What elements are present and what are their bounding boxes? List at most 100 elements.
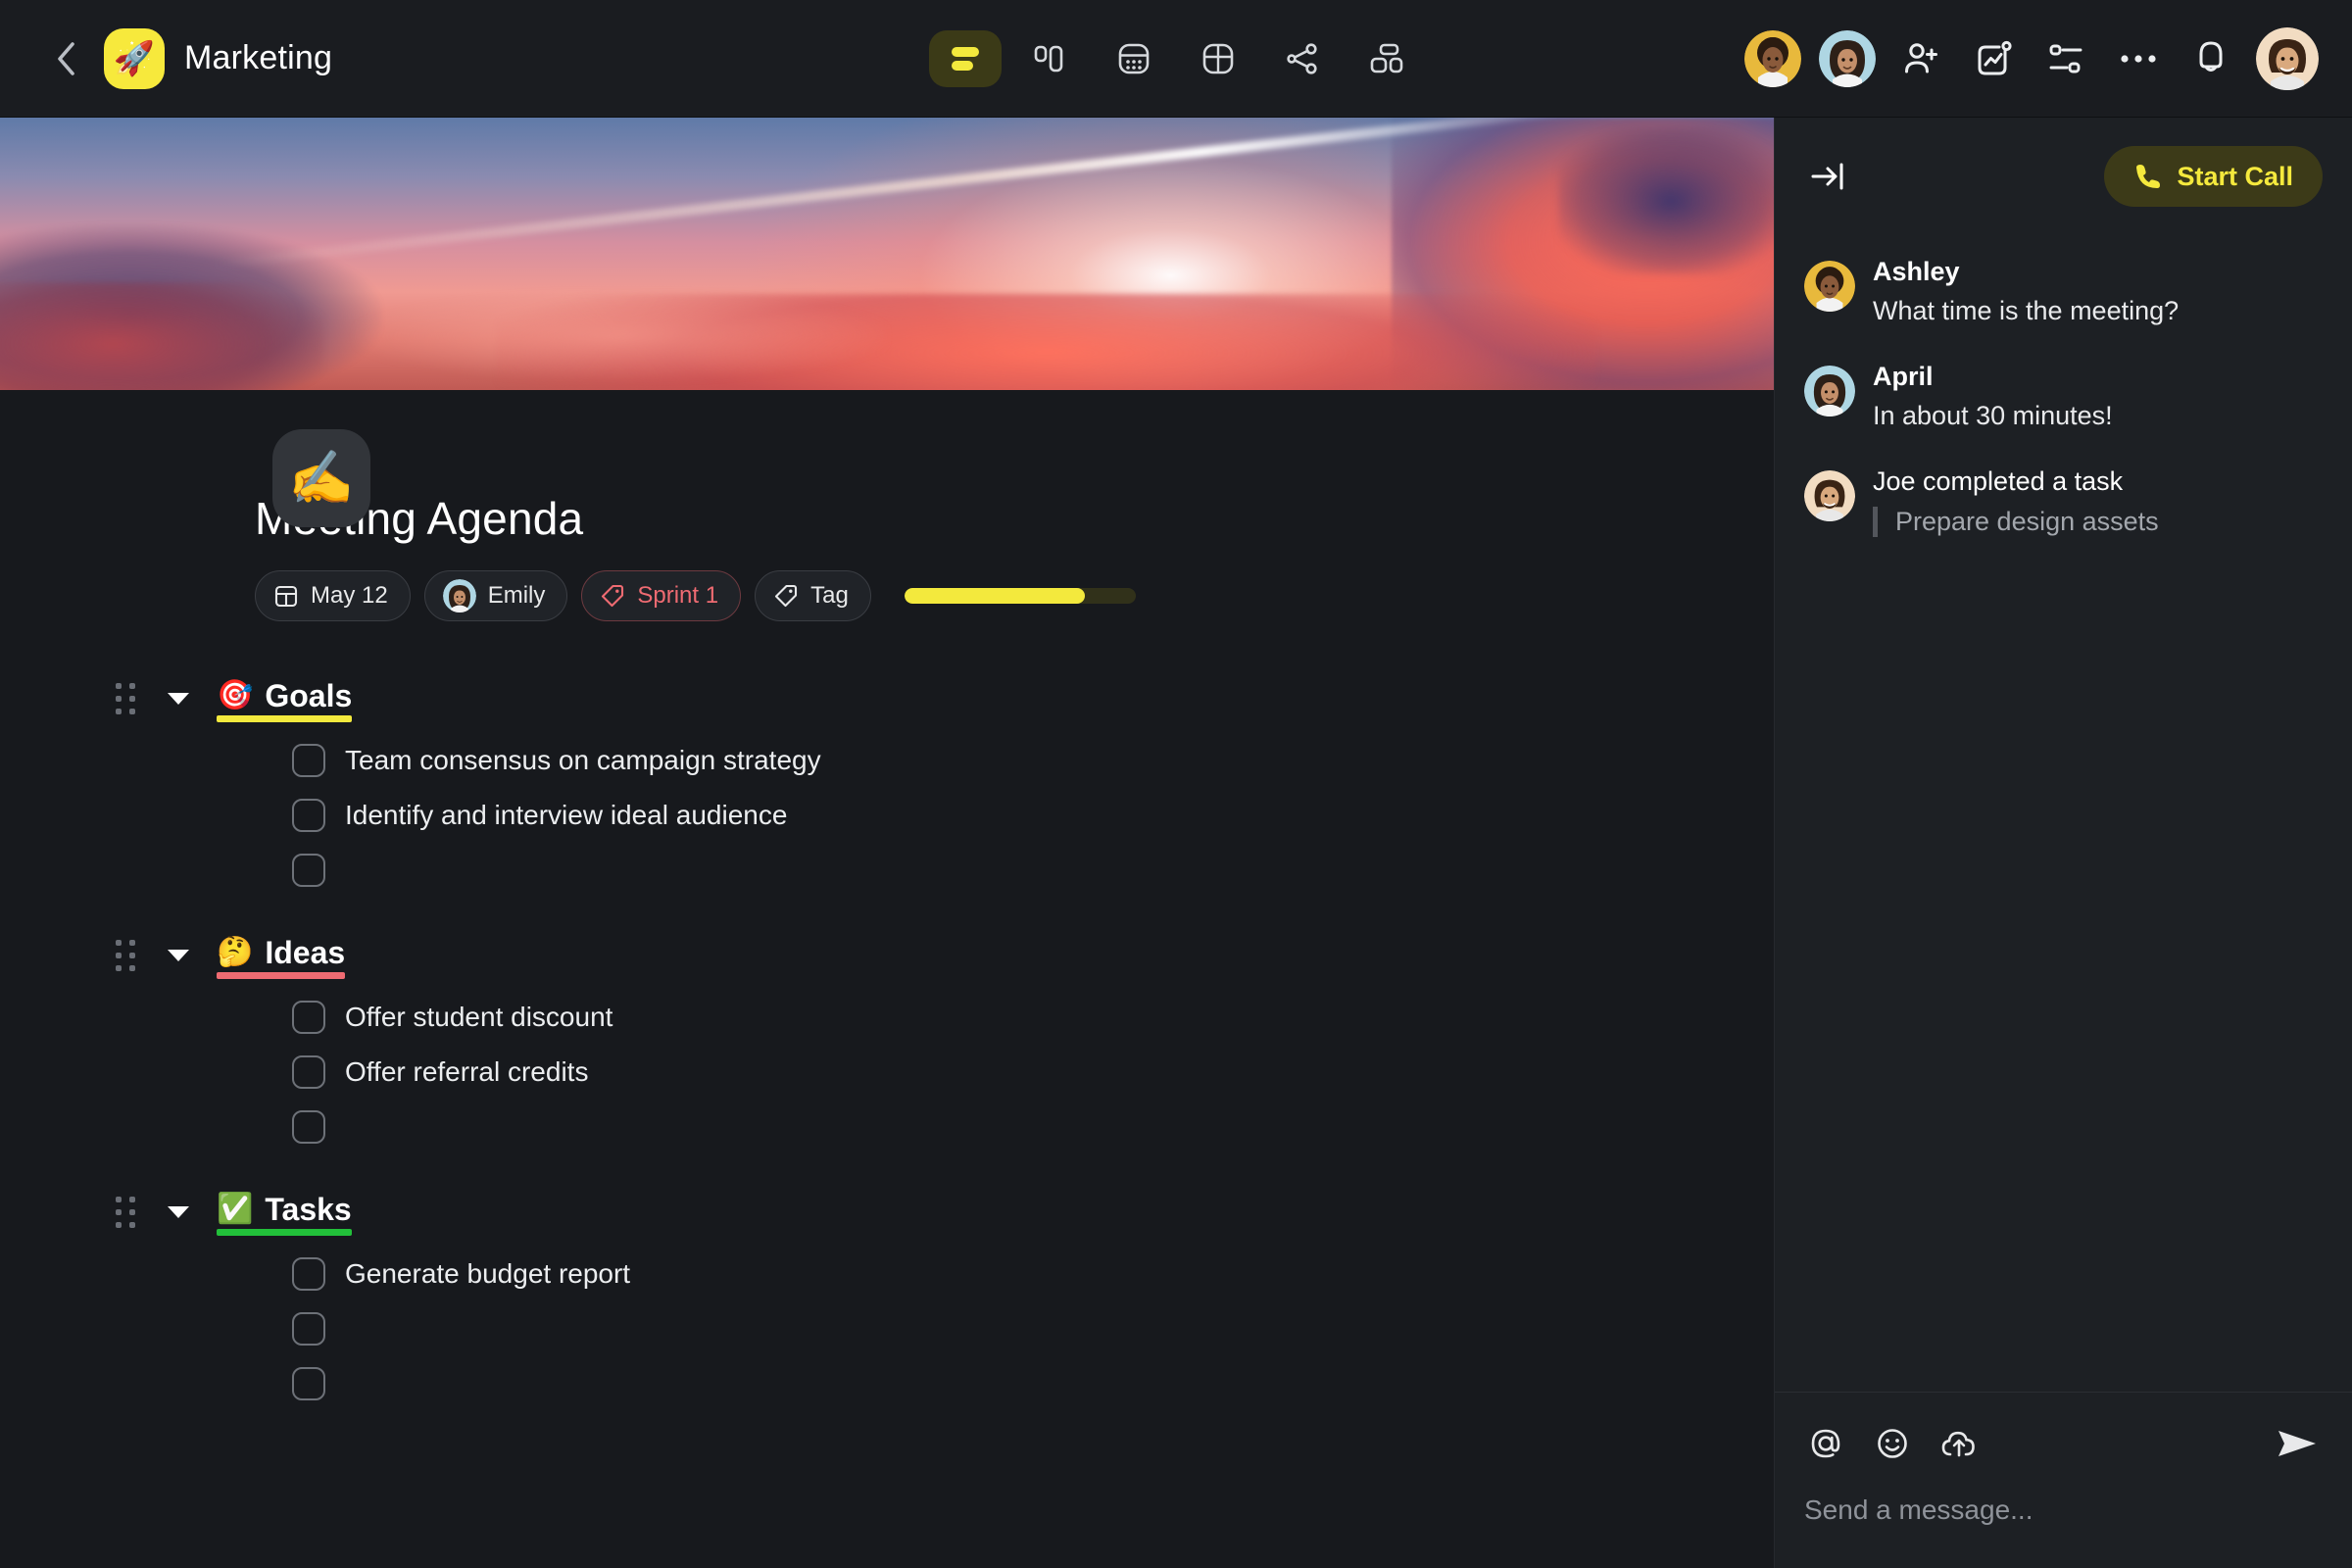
topbar-right (1744, 26, 2319, 90)
message-body: April In about 30 minutes! (1873, 362, 2113, 433)
section-title: 🤔 Ideas (217, 935, 345, 971)
section-ideas: 🤔 Ideas Offer student discount Offer referr… (116, 933, 1774, 1154)
view-button-graph[interactable] (1266, 30, 1339, 87)
topbar-left: 🚀 Marketing (47, 27, 332, 89)
cover-image[interactable] (0, 118, 1774, 390)
account-avatar[interactable] (2256, 26, 2319, 90)
drag-handle[interactable] (111, 683, 140, 714)
todo-item[interactable]: Generate budget report (292, 1247, 1774, 1301)
activity-button[interactable] (1966, 31, 2021, 86)
todo-checkbox[interactable] (292, 1110, 325, 1144)
progress-bar[interactable] (904, 588, 1136, 604)
todo-item[interactable]: Identify and interview ideal audience (292, 788, 1774, 843)
todo-checkbox[interactable] (292, 1367, 325, 1400)
todo-item[interactable] (292, 843, 1774, 898)
todo-item[interactable]: Offer student discount (292, 990, 1774, 1045)
drag-handle[interactable] (111, 940, 140, 971)
columns-icon (1034, 45, 1063, 72)
view-button-list[interactable] (929, 29, 1002, 87)
cover-cloud-left-lower (0, 282, 323, 390)
activity-task-name[interactable]: Prepare design assets (1873, 506, 2159, 537)
member-avatar-ashley[interactable] (1744, 29, 1801, 87)
dashboard-blocks-icon (1370, 43, 1403, 73)
emoji-button[interactable] (1871, 1422, 1914, 1465)
send-button[interactable] (2272, 1418, 2323, 1469)
message-input[interactable]: Send a message... (1804, 1494, 2323, 1526)
drag-dots-icon (116, 683, 135, 714)
section-header: ✅ Tasks (116, 1190, 1774, 1236)
document-content: Meeting Agenda May 12 Emily Sprint 1 Tag… (0, 390, 1774, 1411)
message-author: Ashley (1873, 257, 1960, 286)
todo-list: Team consensus on campaign strategy Ident… (292, 733, 1774, 898)
todo-label[interactable]: Team consensus on campaign strategy (345, 745, 821, 776)
todo-label[interactable]: Offer referral credits (345, 1056, 588, 1088)
view-button-calendar[interactable] (1098, 30, 1170, 87)
filter-button[interactable] (2038, 31, 2093, 86)
more-options-button[interactable] (2111, 31, 2166, 86)
upload-button[interactable] (1937, 1422, 1981, 1465)
user-plus-icon (1905, 42, 1937, 73)
section-title-wrap[interactable]: 🤔 Ideas (217, 935, 346, 979)
todo-checkbox[interactable] (292, 1001, 325, 1034)
view-button-board[interactable] (1013, 30, 1086, 87)
view-button-table[interactable] (1182, 30, 1254, 87)
assignee-chip[interactable]: Emily (423, 570, 568, 621)
back-button[interactable] (47, 40, 84, 77)
todo-item[interactable] (292, 1356, 1774, 1411)
send-icon (2278, 1431, 2316, 1456)
todo-item[interactable] (292, 1100, 1774, 1154)
avatar (1819, 29, 1876, 87)
collapse-toggle[interactable] (162, 693, 195, 705)
notifications-button[interactable] (2183, 31, 2238, 86)
space-icon[interactable]: 🚀 (104, 27, 165, 89)
todo-checkbox[interactable] (292, 799, 325, 832)
todo-label[interactable]: Generate budget report (345, 1258, 630, 1290)
section-underline (217, 971, 346, 979)
page-title[interactable]: Meeting Agenda (255, 492, 1774, 545)
section-header: 🎯 Goals (116, 676, 1774, 722)
invite-member-button[interactable] (1893, 31, 1948, 86)
mention-icon (1811, 1429, 1840, 1458)
tag-chip[interactable]: Tag (755, 570, 871, 621)
todo-item[interactable] (292, 1301, 1774, 1356)
section-header: 🤔 Ideas (116, 933, 1774, 979)
todo-label[interactable]: Offer student discount (345, 1002, 612, 1033)
todo-checkbox[interactable] (292, 1257, 325, 1291)
sprint-chip[interactable]: Sprint 1 (581, 570, 742, 621)
message-avatar[interactable] (1804, 365, 1855, 416)
message-avatar[interactable] (1804, 261, 1855, 312)
bell-icon (2199, 41, 2223, 72)
section-title-wrap[interactable]: 🎯 Goals (217, 678, 353, 722)
todo-label[interactable]: Identify and interview ideal audience (345, 800, 787, 831)
todo-checkbox[interactable] (292, 1055, 325, 1089)
start-call-button[interactable]: Start Call (2104, 146, 2323, 207)
section-emoji: ✅ (217, 1193, 254, 1225)
share-nodes-icon (1287, 42, 1317, 74)
collapse-panel-button[interactable] (1804, 150, 1857, 203)
date-chip[interactable]: May 12 (255, 570, 411, 621)
table-icon (1202, 43, 1234, 74)
mention-button[interactable] (1804, 1422, 1847, 1465)
sliders-icon (2049, 44, 2082, 73)
message-avatar[interactable] (1804, 469, 1855, 521)
todo-checkbox[interactable] (292, 1312, 325, 1346)
document-pane: ✍️ Meeting Agenda May 12 Emily Sprint 1 … (0, 118, 1774, 1568)
phone-icon (2136, 165, 2161, 188)
chat-header: Start Call (1775, 118, 2352, 235)
collapse-toggle[interactable] (162, 950, 195, 961)
section-title-wrap[interactable]: ✅ Tasks (217, 1192, 352, 1236)
todo-item[interactable]: Offer referral credits (292, 1045, 1774, 1100)
chevron-down-icon (168, 693, 189, 705)
activity-chart-icon (1978, 40, 2012, 74)
member-avatar-april[interactable] (1819, 29, 1876, 87)
section-goals: 🎯 Goals Team consensus on campaign strateg… (116, 676, 1774, 898)
todo-checkbox[interactable] (292, 744, 325, 777)
todo-checkbox[interactable] (292, 854, 325, 887)
todo-item[interactable]: Team consensus on campaign strategy (292, 733, 1774, 788)
view-button-dashboard[interactable] (1350, 30, 1423, 87)
collapse-toggle[interactable] (162, 1206, 195, 1218)
tag-icon (602, 584, 624, 608)
message-text: In about 30 minutes! (1873, 400, 2113, 430)
document-icon[interactable]: ✍️ (272, 429, 370, 527)
drag-handle[interactable] (111, 1197, 140, 1228)
